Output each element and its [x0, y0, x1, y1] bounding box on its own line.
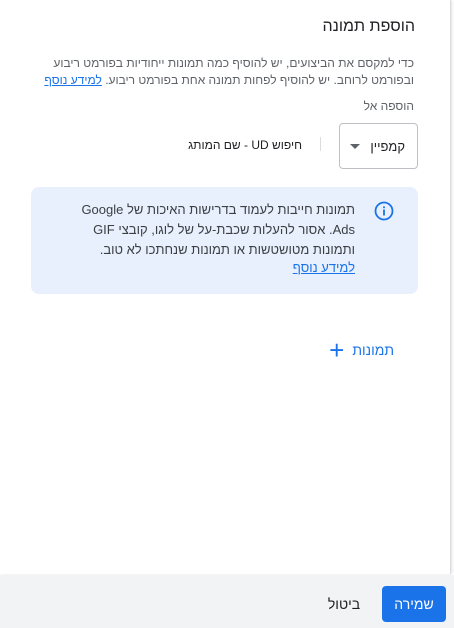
info-learn-more-link[interactable]: למידע נוסף [293, 260, 355, 275]
info-banner: תמונות חייבות לעמוד בדרישות האיכות של Go… [31, 187, 418, 294]
search-item-text[interactable]: חיפוש UD - שם המותג [188, 138, 302, 152]
plus-icon: + [329, 335, 345, 365]
campaign-dropdown[interactable]: קמפיין [339, 123, 418, 169]
add-images-button[interactable]: + תמונות [329, 335, 394, 365]
add-to-label: הוספה אל [363, 99, 414, 113]
dialog-title: הוספת תמונה [322, 18, 415, 35]
info-icon [374, 201, 394, 221]
dropdown-value: קמפיין [370, 138, 405, 154]
save-button[interactable]: שמירה [382, 586, 446, 622]
add-images-label: תמונות [352, 342, 394, 358]
divider [320, 137, 321, 151]
info-text: תמונות חייבות לעמוד בדרישות האיכות של Go… [81, 202, 355, 257]
dialog-description: כדי למקסם את הביצועים, יש להוסיף כמה תמו… [24, 55, 414, 89]
chevron-down-icon [350, 143, 360, 149]
learn-more-link[interactable]: למידע נוסף [44, 73, 101, 87]
description-text: כדי למקסם את הביצועים, יש להוסיף כמה תמו… [53, 56, 414, 87]
cancel-button[interactable]: ביטול [313, 586, 375, 622]
add-image-panel: הוספת תמונה כדי למקסם את הביצועים, יש לה… [0, 0, 451, 574]
